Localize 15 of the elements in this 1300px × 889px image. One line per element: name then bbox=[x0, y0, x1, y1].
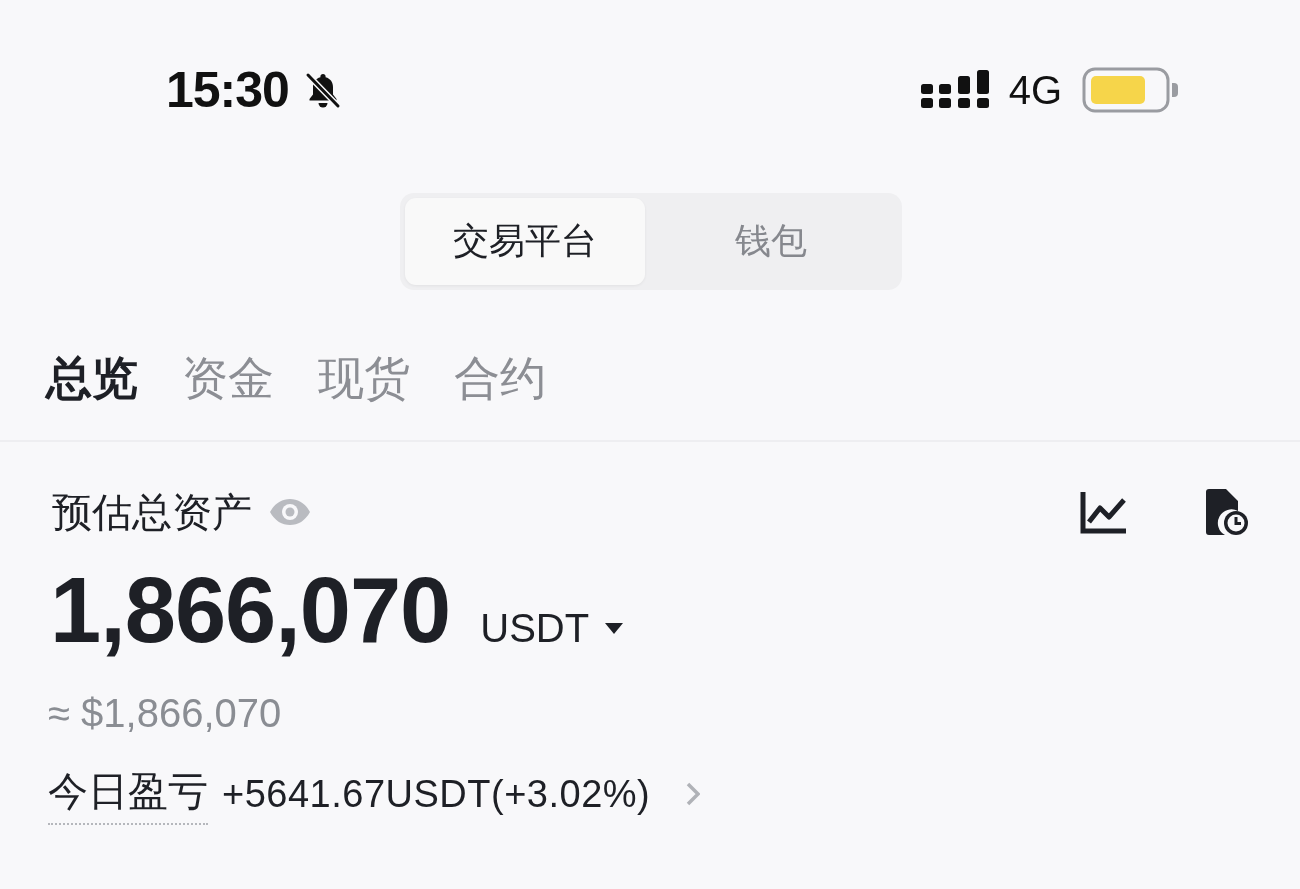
document-clock-icon[interactable] bbox=[1204, 488, 1248, 536]
pnl-label[interactable]: 今日盈亏 bbox=[48, 763, 208, 825]
network-label: 4G bbox=[1008, 67, 1062, 113]
line-chart-icon[interactable] bbox=[1080, 490, 1128, 534]
approx-value: ≈ $1,866,070 bbox=[48, 690, 282, 737]
pnl-value: +5641.67USDT(+3.02%) bbox=[222, 772, 651, 816]
account-tab[interactable]: 交易平台 bbox=[405, 198, 645, 285]
signal-icon bbox=[920, 70, 989, 110]
asset-label: 预估总资产 bbox=[52, 488, 252, 536]
battery-icon bbox=[1082, 67, 1178, 113]
clock-time: 15:30 bbox=[166, 61, 289, 119]
caret-icon bbox=[605, 623, 624, 634]
currency-selector[interactable]: USDT bbox=[480, 606, 624, 651]
tab[interactable]: 总览 bbox=[46, 348, 138, 410]
total-amount: 1,866,070 bbox=[50, 562, 451, 658]
